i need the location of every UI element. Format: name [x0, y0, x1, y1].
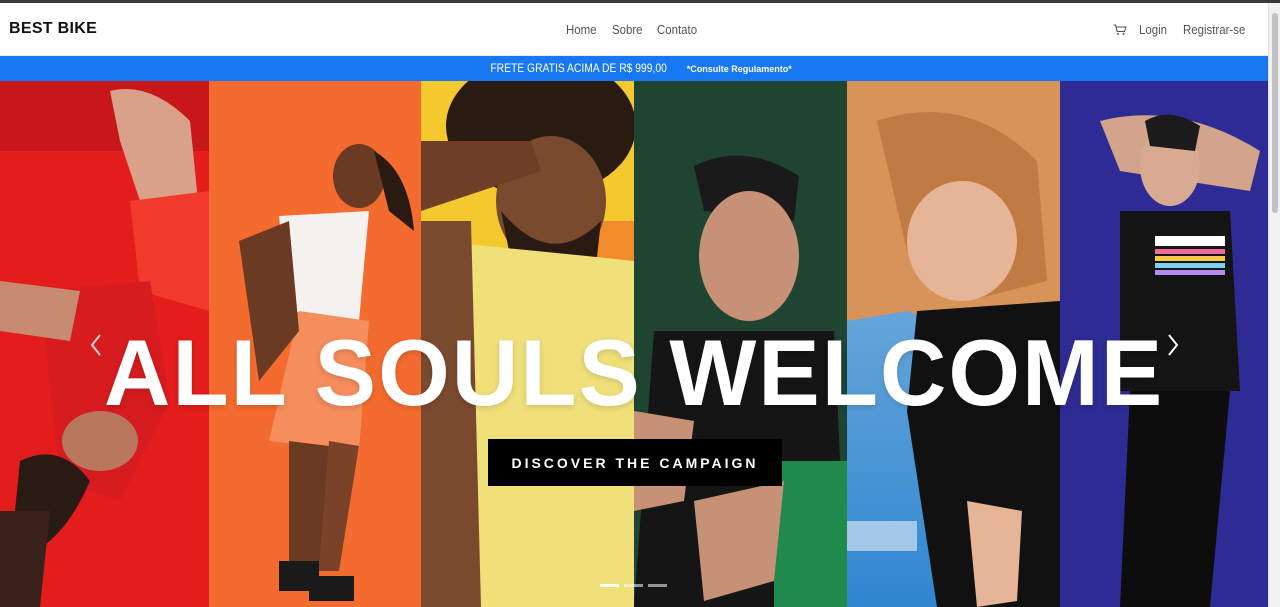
scrollbar-thumb[interactable]	[1272, 13, 1278, 213]
brand-logo[interactable]: BEST BIKE	[9, 20, 97, 38]
nav-sobre-link[interactable]: Sobre	[612, 22, 643, 37]
main-nav: Home Sobre Contato	[566, 22, 703, 37]
login-link[interactable]: Login	[1139, 22, 1167, 37]
discover-campaign-button[interactable]: DISCOVER THE CAMPAIGN	[488, 439, 782, 486]
navbar: BEST BIKE Home Sobre Contato Login Regis…	[0, 3, 1268, 56]
page-scrollbar[interactable]	[1268, 3, 1280, 607]
promo-text: FRETE GRATIS ACIMA DE R$ 999,00	[490, 61, 668, 75]
account-nav: Login Registrar-se	[1113, 22, 1254, 37]
nav-home-link[interactable]: Home	[566, 22, 597, 37]
nav-contato-link[interactable]: Contato	[657, 22, 697, 37]
chevron-left-icon[interactable]	[86, 331, 106, 359]
carousel-indicators	[600, 584, 667, 587]
promo-banner: FRETE GRATIS ACIMA DE R$ 999,00 *Consult…	[0, 56, 1268, 81]
carousel-indicator-1[interactable]	[600, 584, 619, 587]
hero-carousel: ALL SOULS WELCOME DISCOVER THE CAMPAIGN	[0, 81, 1268, 607]
promo-subtext: *Consulte Regulamento*	[686, 64, 792, 74]
register-link[interactable]: Registrar-se	[1183, 22, 1245, 37]
chevron-right-icon[interactable]	[1163, 331, 1183, 359]
carousel-indicator-2[interactable]	[624, 584, 643, 587]
cart-icon[interactable]	[1113, 23, 1128, 36]
hero-headline: ALL SOULS WELCOME	[103, 320, 1165, 425]
carousel-indicator-3[interactable]	[648, 584, 667, 587]
